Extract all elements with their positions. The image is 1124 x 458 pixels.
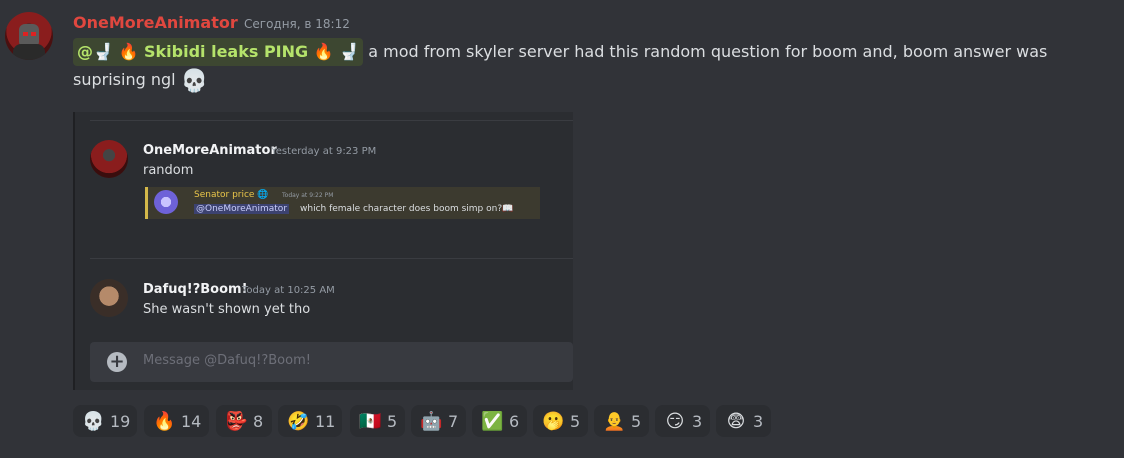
plus-icon: + bbox=[107, 352, 127, 372]
reaction-custom-face[interactable]: 🤖 7 bbox=[411, 405, 466, 437]
reaction-count: 11 bbox=[315, 411, 336, 431]
reaction-count: 14 bbox=[181, 411, 202, 431]
input-placeholder: Message @Dafuq!?Boom! bbox=[143, 353, 311, 368]
rofl-icon: 🤣 bbox=[287, 410, 310, 432]
reaction-goblin[interactable]: 👺 8 bbox=[216, 405, 272, 437]
reaction-count: 3 bbox=[753, 411, 764, 431]
embed-avatar-dafuqboom bbox=[90, 279, 128, 317]
reaction-count: 3 bbox=[692, 411, 703, 431]
fearful-icon: 😨 bbox=[726, 410, 746, 432]
message-content: @🚽 🔥 Skibidi leaks PING 🔥 🚽 a mod from s… bbox=[73, 38, 1113, 96]
quoted-reply: Senator price 🌐 Today at 9:22 PM @OneMor… bbox=[145, 187, 540, 219]
reaction-count: 5 bbox=[631, 411, 642, 431]
embed-text-1: random bbox=[143, 163, 194, 178]
reaction-mexico-flag[interactable]: 🇲🇽 5 bbox=[350, 405, 405, 437]
embed-author-2: Dafuq!?Boom! bbox=[143, 282, 248, 297]
embed-author-1: OneMoreAnimator bbox=[143, 143, 277, 158]
reaction-fearful[interactable]: 😨 3 bbox=[716, 405, 771, 437]
embed-message-input: + Message @Dafuq!?Boom! bbox=[90, 342, 573, 382]
reaction-person[interactable]: 🧑‍🦲 5 bbox=[594, 405, 649, 437]
fire-icon: 🔥 bbox=[153, 410, 176, 432]
reaction-count: 6 bbox=[509, 411, 520, 431]
gasp-icon: 🫢 bbox=[542, 410, 565, 432]
reaction-gasp[interactable]: 🫢 5 bbox=[533, 405, 588, 437]
author-username[interactable]: OneMoreAnimator bbox=[73, 13, 238, 32]
embed-time-1: Yesterday at 9:23 PM bbox=[271, 146, 377, 157]
reaction-rofl[interactable]: 🤣 11 bbox=[278, 405, 342, 437]
reaction-count: 5 bbox=[387, 411, 398, 431]
skull-emoji: 💀 bbox=[180, 69, 209, 94]
author-avatar[interactable] bbox=[5, 12, 53, 60]
attached-screenshot[interactable]: OneMoreAnimator Yesterday at 9:23 PM ran… bbox=[73, 112, 573, 390]
role-mention[interactable]: @🚽 🔥 Skibidi leaks PING 🔥 🚽 bbox=[73, 38, 364, 66]
reply-text: which female character does boom simp on… bbox=[300, 204, 514, 214]
smirk-icon: 😏 bbox=[665, 410, 685, 432]
divider bbox=[90, 120, 573, 121]
reply-author: Senator price 🌐 bbox=[194, 190, 269, 200]
reply-time: Today at 9:22 PM bbox=[282, 192, 334, 199]
skull-icon: 💀 bbox=[82, 410, 105, 432]
embed-time-2: Today at 10:25 AM bbox=[242, 285, 335, 296]
custom-face-icon: 🤖 bbox=[420, 410, 443, 432]
reaction-smirk[interactable]: 😏 3 bbox=[655, 405, 710, 437]
embed-text-2: She wasn't shown yet tho bbox=[143, 302, 311, 317]
reaction-count: 5 bbox=[570, 411, 581, 431]
goblin-icon: 👺 bbox=[225, 410, 248, 432]
embed-avatar-onemoreanimator bbox=[90, 140, 128, 178]
divider bbox=[90, 258, 573, 259]
mexico-flag-icon: 🇲🇽 bbox=[359, 410, 382, 432]
person-icon: 🧑‍🦲 bbox=[603, 410, 626, 432]
reply-avatar bbox=[154, 190, 178, 214]
message-timestamp: Сегодня, в 18:12 bbox=[244, 17, 350, 31]
reaction-count: 8 bbox=[253, 411, 264, 431]
reaction-count: 19 bbox=[110, 411, 131, 431]
reaction-fire[interactable]: 🔥 14 bbox=[144, 405, 209, 437]
check-icon: ✅ bbox=[481, 410, 504, 432]
reply-mention: @OneMoreAnimator bbox=[194, 204, 290, 214]
reaction-skull[interactable]: 💀 19 bbox=[73, 405, 137, 437]
reaction-count: 7 bbox=[448, 411, 459, 431]
reaction-check[interactable]: ✅ 6 bbox=[472, 405, 527, 437]
